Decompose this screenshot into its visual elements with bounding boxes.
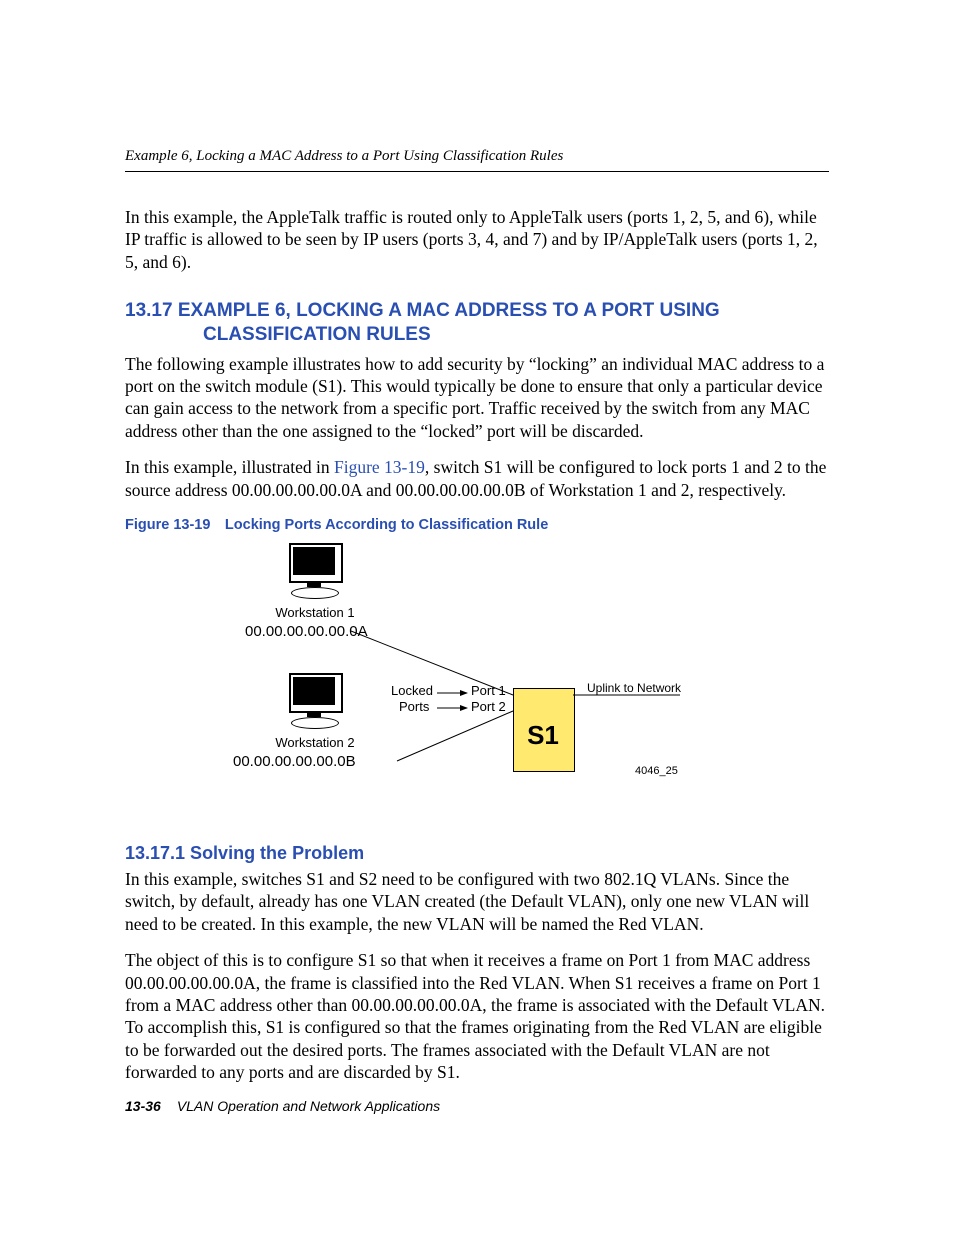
section-heading-13-17: 13.17 EXAMPLE 6, LOCKING A MAC ADDRESS T…	[125, 299, 829, 347]
subsection-para-1: In this example, switches S1 and S2 need…	[125, 868, 829, 935]
subsection-heading-13-17-1: 13.17.1 Solving the Problem	[125, 843, 829, 864]
subsection-para-2: The object of this is to configure S1 so…	[125, 949, 829, 1083]
intro-paragraph: In this example, the AppleTalk traffic i…	[125, 206, 829, 273]
section-para-2: In this example, illustrated in Figure 1…	[125, 456, 829, 501]
figure-13-19: Workstation 1 00.00.00.00.00.0A Workstat…	[125, 543, 829, 823]
page-footer: 13-36 VLAN Operation and Network Applicat…	[125, 1098, 829, 1114]
para2-pre: In this example, illustrated in	[125, 457, 334, 477]
figure-connectors	[125, 543, 829, 823]
chapter-title: VLAN Operation and Network Applications	[177, 1098, 440, 1114]
section-heading-line2: CLASSIFICATION RULES	[125, 323, 829, 347]
figure-reference-link[interactable]: Figure 13-19	[334, 457, 425, 477]
page-number: 13-36	[125, 1098, 161, 1114]
section-para-1: The following example illustrates how to…	[125, 353, 829, 443]
running-header: Example 6, Locking a MAC Address to a Po…	[125, 148, 829, 172]
section-heading-line1: 13.17 EXAMPLE 6, LOCKING A MAC ADDRESS T…	[125, 300, 720, 321]
figure-caption: Figure 13-19 Locking Ports According to …	[125, 517, 829, 533]
